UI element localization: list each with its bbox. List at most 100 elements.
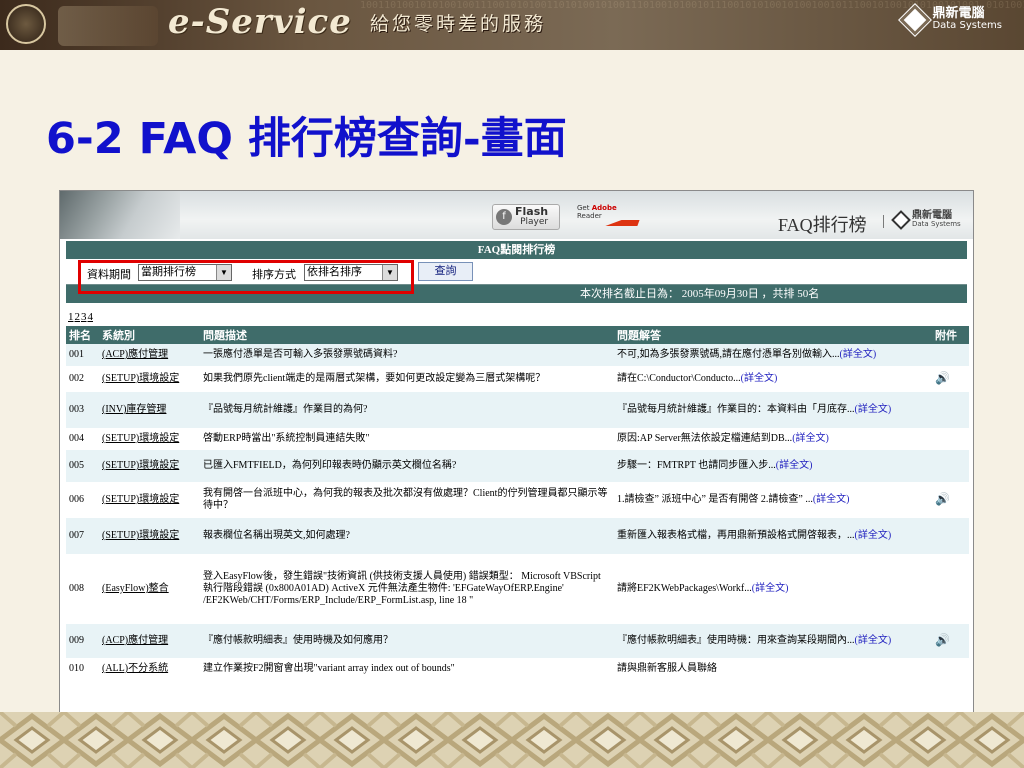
flash-label: Flash: [515, 205, 549, 218]
sort-select[interactable]: 依排名排序 ▼: [304, 264, 398, 281]
table-row: 004 (SETUP)環境設定 啓動ERP時當出"系統控制員連結失敗" 原因:A…: [66, 428, 969, 450]
answer-text: 請在C:\Conductor\Conducto...: [617, 373, 741, 384]
header-brand-diamond-icon: [891, 210, 911, 230]
category-link[interactable]: (ACP)應付管理: [99, 624, 200, 658]
read-more-link[interactable]: (詳全文): [840, 349, 877, 360]
question-cell: 建立作業按F2開窗會出現"variant array index out of …: [200, 658, 614, 680]
page-link[interactable]: 4: [88, 311, 94, 323]
page-link[interactable]: 3: [81, 311, 87, 323]
question-cell: 已匯入FMTFIELD，為何列印報表時仍顯示英文欄位名稱?: [200, 450, 614, 482]
read-more-link[interactable]: (詳全文): [752, 583, 789, 594]
answer-text: 原因:AP Server無法依設定檔連結到DB...: [617, 433, 793, 444]
question-cell: 『品號每月統計維護』作業目的為何?: [200, 392, 614, 428]
filter-row: 資料期間 當期排行榜 ▼ 排序方式 依排名排序 ▼ 查詢: [66, 259, 967, 294]
answer-cell: 1.請檢查” 派班中心” 是否有開啓 2.請檢查” ...(詳全文): [614, 482, 932, 518]
period-select[interactable]: 當期排行榜 ▼: [138, 264, 232, 281]
answer-text: 1.請檢查” 派班中心” 是否有開啓 2.請檢查” ...: [617, 494, 813, 505]
table-header-row: 排名 系統別 問題描述 問題解答 附件: [66, 326, 969, 344]
bottom-ornament: [0, 712, 1024, 768]
col-header-rank: 排名: [66, 326, 99, 344]
read-more-link[interactable]: (詳全文): [855, 635, 892, 646]
category-link[interactable]: (SETUP)環境設定: [99, 518, 200, 554]
table-row: 002 (SETUP)環境設定 如果我們原先client端走的是兩層式架構，要如…: [66, 366, 969, 392]
header-brand-zh: 鼎新電腦: [912, 210, 952, 221]
brand-logo: 鼎新電腦 Data Systems: [899, 4, 1002, 36]
sort-select-value: 依排名排序: [307, 266, 362, 278]
slide-title: 6-2 FAQ 排行榜查詢-畫面: [46, 104, 567, 166]
category-link[interactable]: (SETUP)環境設定: [99, 482, 200, 518]
category-link[interactable]: (SETUP)環境設定: [99, 366, 200, 392]
question-cell: 『應付帳款明細表』使用時機及如何應用？: [200, 624, 614, 658]
attachment-cell: 🔊: [932, 624, 969, 658]
category-link[interactable]: (ALL)不分系統: [99, 658, 200, 680]
header-separator: |: [882, 213, 886, 229]
question-cell: 如果我們原先client端走的是兩層式架構，要如何更改設定變為三層式架構呢？: [200, 366, 614, 392]
clock-image: [6, 4, 46, 44]
speaker-icon[interactable]: 🔊: [935, 371, 950, 385]
category-link[interactable]: (SETUP)環境設定: [99, 428, 200, 450]
col-header-attachment: 附件: [932, 326, 969, 344]
page-link[interactable]: 1: [68, 311, 74, 323]
rank-cell: 008: [66, 554, 99, 624]
speaker-icon[interactable]: 🔊: [935, 633, 950, 647]
page-link[interactable]: 2: [75, 311, 81, 323]
adobe-reader-badge[interactable]: Get Adobe Reader: [577, 204, 647, 228]
read-more-link[interactable]: (詳全文): [741, 373, 778, 384]
flash-player-badge[interactable]: f Flash Player: [492, 204, 560, 230]
read-more-link[interactable]: (詳全文): [855, 530, 892, 541]
answer-text: 『應付帳款明細表』使用時機：用來查詢某段期間內...: [617, 635, 855, 646]
rank-bar-title: FAQ點閱排行榜: [66, 241, 967, 259]
slide-title-zh: 排行榜查詢-畫面: [247, 114, 567, 164]
category-link[interactable]: (EasyFlow)整合: [99, 554, 200, 624]
col-header-category: 系統別: [99, 326, 200, 344]
category-link[interactable]: (INV)庫存管理: [99, 392, 200, 428]
answer-cell: 重新匯入報表格式檔，再用鼎新預設格式開啓報表，...(詳全文): [614, 518, 932, 554]
answer-text: 請與鼎新客服人員聯絡: [617, 663, 717, 674]
table-row: 001 (ACP)應付管理 一張應付憑單是否可輸入多張發票號碼資料? 不可,如為…: [66, 344, 969, 366]
read-more-link[interactable]: (詳全文): [813, 494, 850, 505]
answer-text: 『品號每月統計維護』作業目的：本資料由「月底存...: [617, 404, 855, 415]
header-brand-en: Data Systems: [912, 220, 961, 228]
attachment-cell: [932, 518, 969, 554]
rank-cell: 003: [66, 392, 99, 428]
header-brand-logo: 鼎新電腦 Data Systems: [891, 210, 961, 230]
player-label: Player: [520, 217, 549, 227]
attachment-cell: [932, 658, 969, 680]
speaker-icon[interactable]: 🔊: [935, 492, 950, 506]
pager: 1234: [68, 309, 967, 326]
answer-cell: 請與鼎新客服人員聯絡: [614, 658, 932, 680]
eservice-logo: e-Service: [168, 2, 352, 42]
reader-label: Reader: [577, 212, 602, 220]
answer-cell: 步驟一：FMTRPT 也請同步匯入步...(詳全文): [614, 450, 932, 482]
chevron-down-icon[interactable]: ▼: [382, 265, 397, 280]
category-link[interactable]: (ACP)應付管理: [99, 344, 200, 366]
reader-get-label: Get: [577, 204, 590, 212]
adobe-reader-icon: [605, 206, 645, 226]
table-row: 010 (ALL)不分系統 建立作業按F2開窗會出現"variant array…: [66, 658, 969, 680]
category-link[interactable]: (SETUP)環境設定: [99, 450, 200, 482]
read-more-link[interactable]: (詳全文): [776, 460, 813, 471]
sort-label: 排序方式: [252, 269, 296, 281]
attachment-cell: 🔊: [932, 482, 969, 518]
col-header-question: 問題描述: [200, 326, 614, 344]
answer-cell: 『品號每月統計維護』作業目的：本資料由「月底存...(詳全文): [614, 392, 932, 428]
rank-cell: 005: [66, 450, 99, 482]
banner-slogan: 給您零時差的服務: [370, 13, 547, 35]
answer-cell: 不可,如為多張發票號碼,請在應付憑單各別做輸入...(詳全文): [614, 344, 932, 366]
rank-cell: 009: [66, 624, 99, 658]
read-more-link[interactable]: (詳全文): [855, 404, 892, 415]
rank-cell: 001: [66, 344, 99, 366]
app-header: f Flash Player Get Adobe Reader FAQ排行榜 |…: [60, 191, 973, 239]
rank-cell: 002: [66, 366, 99, 392]
table-row: 003 (INV)庫存管理 『品號每月統計維護』作業目的為何? 『品號每月統計維…: [66, 392, 969, 428]
query-button[interactable]: 查詢: [418, 262, 473, 281]
period-label: 資料期間: [87, 269, 131, 281]
answer-cell: 『應付帳款明細表』使用時機：用來查詢某段期間內...(詳全文): [614, 624, 932, 658]
brand-name-en: Data Systems: [932, 20, 1002, 31]
period-select-value: 當期排行榜: [141, 266, 196, 278]
faq-page-title: FAQ排行榜: [778, 215, 867, 235]
read-more-link[interactable]: (詳全文): [792, 433, 829, 444]
chevron-down-icon[interactable]: ▼: [216, 265, 231, 280]
rank-cell: 007: [66, 518, 99, 554]
table-row: 007 (SETUP)環境設定 報表欄位名稱出現英文,如何處理? 重新匯入報表格…: [66, 518, 969, 554]
